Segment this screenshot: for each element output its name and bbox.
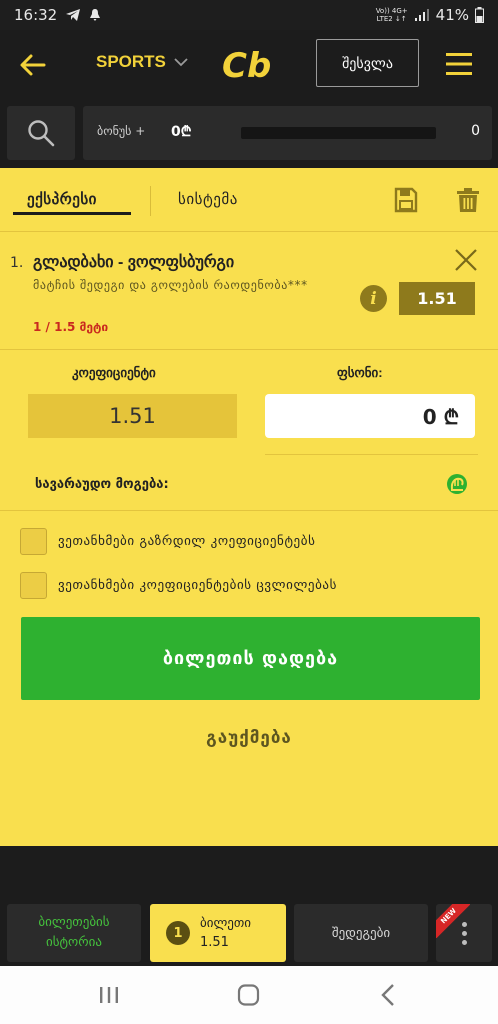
potential-win-label: სავარაუდო მოგება: (35, 477, 169, 492)
bonus-label: ბონუს + (97, 124, 146, 138)
results-button[interactable]: შედეგები (294, 904, 428, 962)
close-icon[interactable] (454, 248, 478, 272)
stake-label: ფსონი: (337, 365, 383, 380)
betslip-button[interactable]: 1 ბილეთი 1.51 (150, 904, 286, 962)
divider (265, 454, 478, 455)
login-button[interactable]: შესვლა (316, 39, 419, 87)
bet-item: 1. გლადბახი - ვოლფსბურგი მატჩის შედეგი დ… (0, 232, 498, 350)
bonus-progress-bar (241, 127, 436, 139)
more-menu-button[interactable]: NEW (436, 904, 492, 962)
bet-selection: 1 / 1.5 მეტი (33, 320, 109, 334)
network-indicator: Vo)) 4G+ LTE2 ↓↑ (375, 7, 408, 23)
search-icon (28, 120, 55, 147)
betslip-tabs: ექსპრესი სისტემა (0, 168, 498, 232)
betslip-label: ბილეთი (200, 916, 252, 931)
new-badge: NEW (436, 904, 470, 938)
battery-percent: 41% (435, 6, 469, 24)
bet-odds-badge: 1.51 (399, 282, 475, 315)
battery-icon (475, 7, 484, 23)
betslip-odds: 1.51 (200, 935, 229, 950)
hamburger-menu-icon[interactable] (446, 52, 472, 76)
bet-index: 1. (10, 255, 24, 271)
chevron-down-icon (174, 57, 188, 66)
status-time: 16:32 (14, 6, 58, 24)
bonus-value: 0₾ (171, 124, 192, 140)
bet-match-name: გლადბახი - ვოლფსბურგი (33, 254, 235, 271)
notification-icon (90, 9, 101, 21)
bet-history-button[interactable]: ბილეთების ისტორია (7, 904, 141, 962)
telegram-icon (66, 9, 81, 21)
betslip-panel: ექსპრესი სისტემა 1. გლადბახი - ვოლფსბურგ… (0, 168, 498, 846)
crystalbet-logo[interactable]: Cb (220, 45, 280, 85)
bottom-nav: ბილეთების ისტორია 1 ბილეთი 1.51 შედეგები… (0, 900, 498, 966)
top-bar: SPORTS Cb შესვლა (0, 30, 498, 100)
tab-express[interactable]: ექსპრესი (27, 190, 97, 208)
search-button[interactable] (7, 106, 75, 160)
coefficient-value: 1.51 (28, 394, 237, 438)
sports-label: SPORTS (96, 52, 166, 71)
accept-changes-checkbox[interactable] (20, 571, 47, 599)
back-arrow-icon[interactable] (18, 50, 48, 80)
tab-divider (150, 186, 151, 216)
stake-area: კოეფიციენტი ფსონი: 1.51 0 ₾ სავარაუდო მო… (0, 351, 498, 511)
bonus-bar: ბონუს + 0₾ 0 (0, 100, 498, 168)
accept-changes-label: ვეთანხმები კოეფიციენტების ცვლილებას (58, 577, 338, 593)
active-tab-indicator (13, 212, 131, 215)
lari-currency-icon (447, 474, 467, 494)
sports-dropdown[interactable]: SPORTS (96, 52, 188, 72)
accept-odds-change-option[interactable]: ვეთანხმები კოეფიციენტების ცვლილებას (20, 571, 490, 599)
place-bet-button[interactable]: ბილეთის დადება (21, 617, 480, 700)
status-bar: 16:32 Vo)) 4G+ LTE2 ↓↑ 41% (0, 0, 498, 30)
home-icon[interactable] (234, 982, 264, 1008)
bet-market: მატჩის შედეგი და გოლების რაოდენობა*** (33, 278, 308, 292)
betslip-count-badge: 1 (166, 921, 190, 945)
bonus-progress-box[interactable]: ბონუს + 0₾ 0 (83, 106, 492, 160)
bonus-count: 0 (471, 123, 480, 139)
trash-icon[interactable] (456, 187, 480, 213)
background-gap (0, 846, 498, 900)
accept-increased-checkbox[interactable] (20, 527, 47, 555)
system-nav-bar (0, 966, 498, 1024)
info-icon[interactable]: i (360, 285, 387, 312)
recent-apps-icon[interactable] (94, 982, 124, 1008)
coefficient-label: კოეფიციენტი (72, 365, 156, 380)
cancel-button[interactable]: გაუქმება (0, 721, 498, 755)
back-icon[interactable] (374, 982, 404, 1008)
signal-icon (414, 9, 429, 21)
stake-input[interactable]: 0 ₾ (265, 394, 475, 438)
accept-increased-label: ვეთანხმები გაზრდილ კოეფიციენტებს (58, 533, 316, 549)
accept-increased-odds-option[interactable]: ვეთანხმები გაზრდილ კოეფიციენტებს (20, 527, 490, 555)
tab-system[interactable]: სისტემა (178, 190, 238, 208)
app-root: 16:32 Vo)) 4G+ LTE2 ↓↑ 41% SPORTS Cb შეს… (0, 0, 498, 1024)
save-icon[interactable] (394, 187, 418, 213)
svg-text:Cb: Cb (222, 46, 271, 85)
